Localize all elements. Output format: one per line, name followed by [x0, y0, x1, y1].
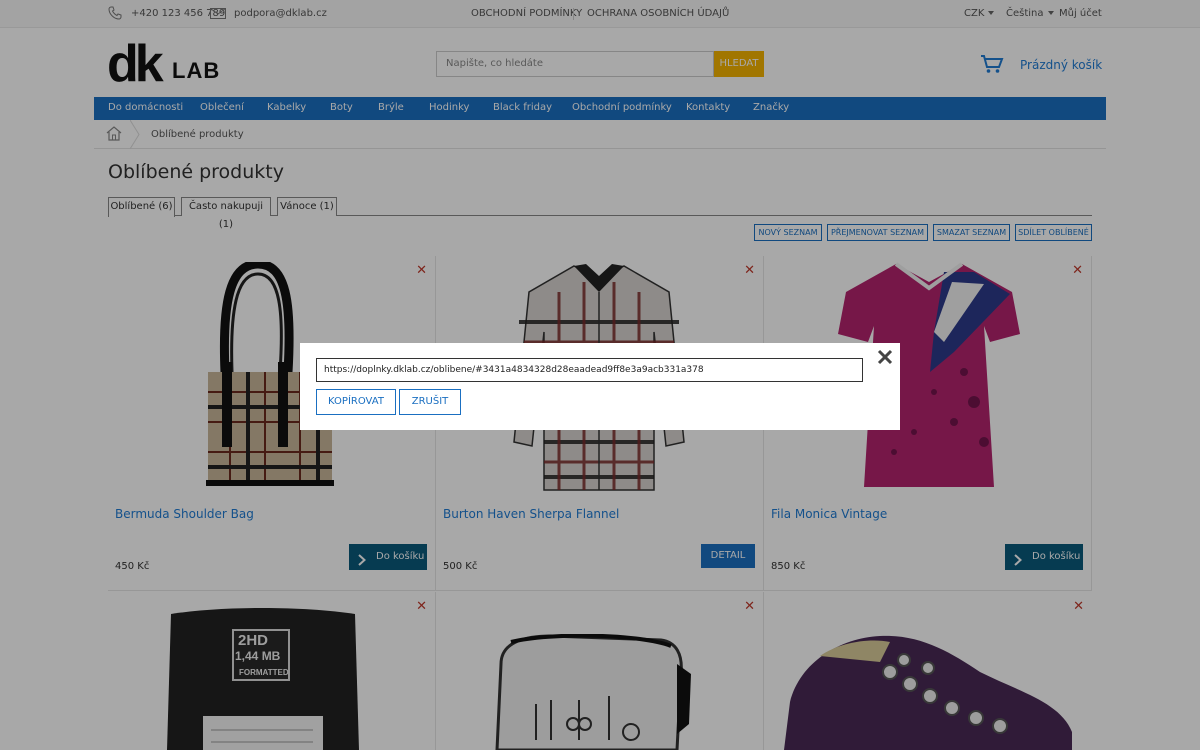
share-dialog: https://doplnky.dklab.cz/oblibene/#3431a…: [300, 343, 900, 430]
copy-button[interactable]: KOPÍROVAT: [316, 389, 396, 415]
cancel-button[interactable]: ZRUŠIT: [399, 389, 461, 415]
close-icon[interactable]: [876, 348, 894, 366]
share-url-field[interactable]: https://doplnky.dklab.cz/oblibene/#3431a…: [316, 358, 863, 382]
